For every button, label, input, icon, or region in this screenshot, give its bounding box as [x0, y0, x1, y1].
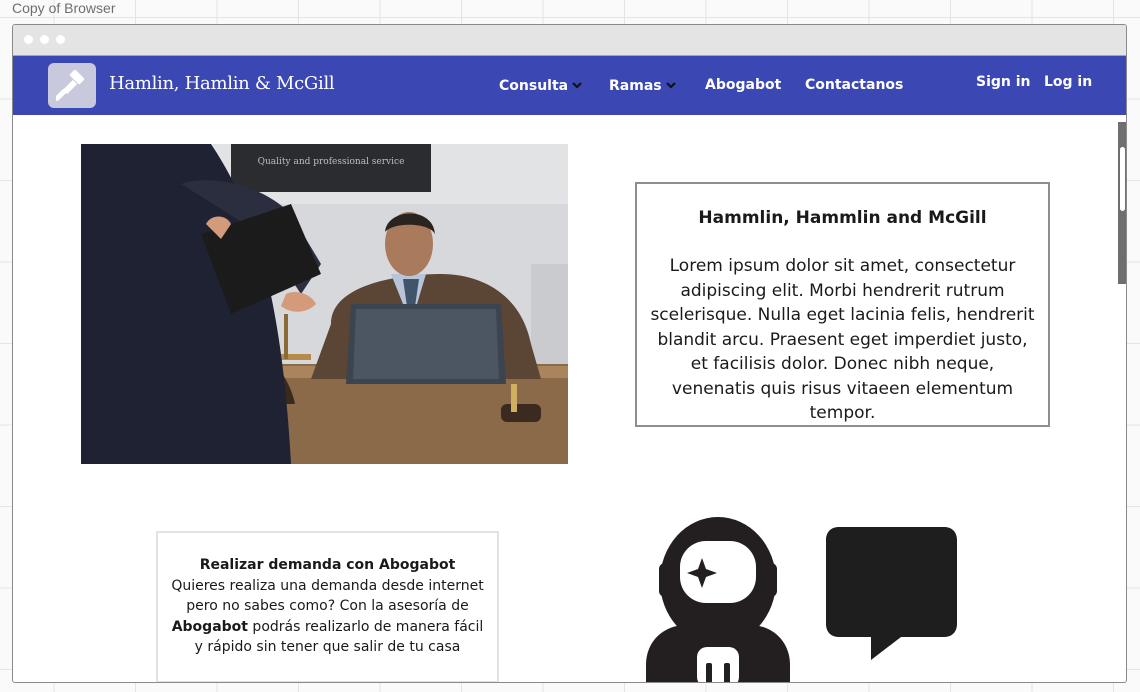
canvas-caption: Copy of Browser	[12, 0, 116, 16]
gavel-icon	[56, 70, 85, 101]
chevron-down-icon	[665, 77, 676, 93]
sign-in-link[interactable]: Sign in	[976, 74, 1031, 90]
nav-item-ramas[interactable]: Ramas	[609, 77, 676, 94]
svg-text:Quality and professional servi: Quality and professional service	[258, 157, 405, 167]
window-dot-icon[interactable]	[40, 35, 49, 44]
logo[interactable]	[48, 63, 96, 108]
cta-title: Realizar demanda con Abogabot	[199, 557, 456, 573]
hero-photo: Quality and professional service	[81, 144, 568, 464]
nav-item-consulta[interactable]: Consulta	[499, 77, 582, 94]
chat-bubble-icon	[825, 527, 958, 667]
page-scrollbar-thumb[interactable]	[1120, 147, 1125, 211]
cta-text-brand: Abogabot	[171, 618, 248, 635]
cta-text: Quieres realiza una demanda desde intern…	[168, 576, 487, 658]
nav-item-label: Consulta	[499, 78, 569, 94]
browser-title-bar	[13, 25, 1126, 56]
firm-info-body: Lorem ipsum dolor sit amet, consectetur …	[650, 256, 1035, 423]
nav-item-contactanos[interactable]: Contactanos	[805, 77, 903, 93]
log-in-link[interactable]: Log in	[1044, 74, 1092, 90]
chevron-down-icon	[572, 77, 582, 93]
firm-info-title: Hammlin, Hammlin and McGill	[698, 208, 987, 228]
nav-item-label: Ramas	[609, 78, 662, 94]
window-dot-icon[interactable]	[56, 35, 65, 44]
main-navbar: Hamlin, Hamlin & McGill Consulta Ramas A…	[13, 56, 1126, 115]
nav-item-abogabot[interactable]: Abogabot	[705, 77, 781, 93]
brand-name[interactable]: Hamlin, Hamlin & McGill	[109, 73, 335, 94]
browser-window: Hamlin, Hamlin & McGill Consulta Ramas A…	[12, 24, 1127, 683]
astronaut-robot-icon	[646, 517, 792, 682]
window-dot-icon[interactable]	[24, 35, 33, 44]
abogabot-cta-card[interactable]: Realizar demanda con Abogabot Quieres re…	[156, 531, 499, 682]
firm-info-card: Hammlin, Hammlin and McGill Lorem ipsum …	[635, 182, 1050, 427]
cta-text-start: Quieres realiza una demanda desde intern…	[171, 577, 484, 615]
